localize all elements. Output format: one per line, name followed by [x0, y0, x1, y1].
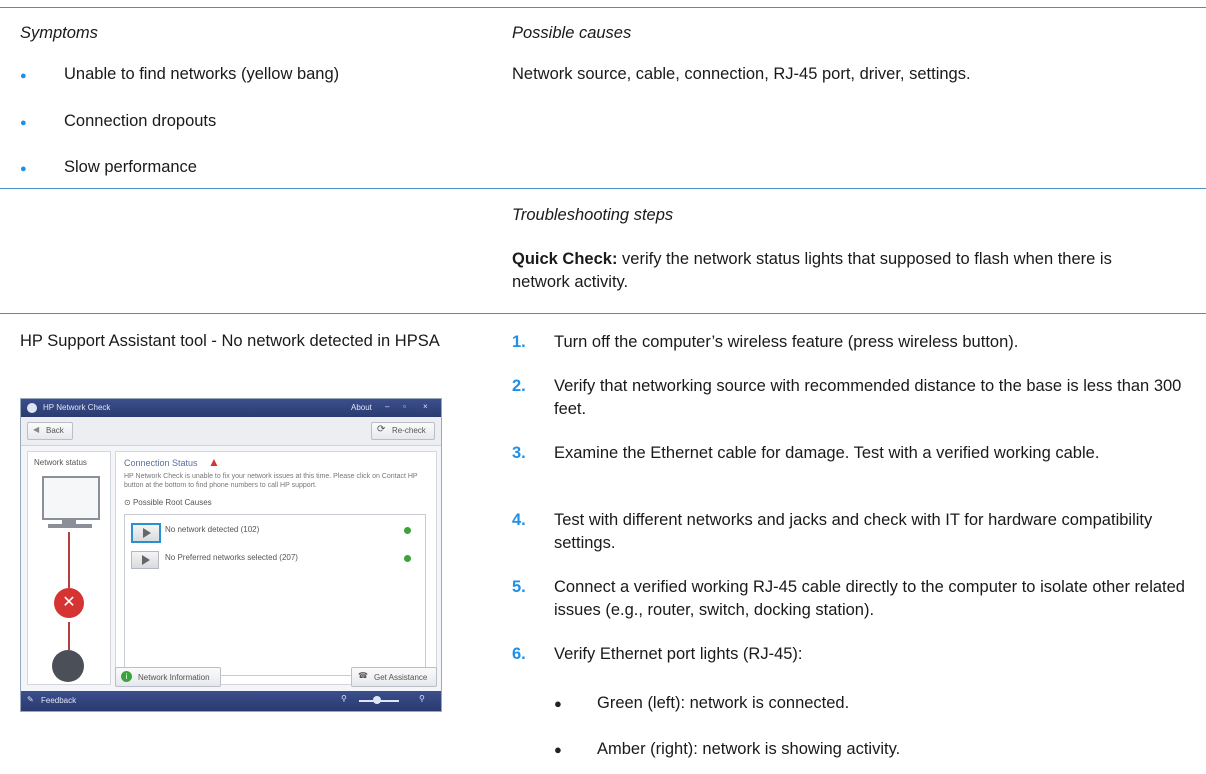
root-causes-list: No network detected (102) No Preferred n…	[124, 514, 426, 676]
play-icon	[142, 555, 150, 565]
symptom-list-item: ● Slow performance	[20, 158, 197, 177]
feedback-link[interactable]: Feedback	[41, 696, 76, 705]
back-label: Back	[46, 426, 64, 435]
cause-label: No network detected (102)	[165, 525, 260, 534]
network-status-pane: Network status ✕	[27, 451, 111, 685]
list-item[interactable]: No network detected (102)	[125, 519, 425, 543]
bullet-icon: ●	[20, 163, 27, 175]
network-information-button[interactable]: i Network Information	[115, 667, 221, 687]
hp-network-check-screenshot: HP Network Check About – ▫ × ◀ Back ⟳ Re…	[20, 398, 442, 712]
step-item: 2. Verify that networking source with re…	[512, 375, 1192, 418]
possible-root-causes-text: Possible Root Causes	[132, 498, 212, 507]
feedback-icon: ✎	[27, 695, 34, 704]
refresh-icon: ⟳	[377, 424, 386, 435]
table-rule-row1	[0, 188, 1206, 189]
network-status-label: Network status	[34, 458, 87, 467]
check-icon	[404, 555, 411, 562]
step-text: Test with different networks and jacks a…	[554, 511, 1153, 552]
step-text: Verify that networking source with recom…	[554, 377, 1182, 418]
symptom-text: Connection dropouts	[64, 112, 217, 130]
get-assistance-button[interactable]: ☎ Get Assistance	[351, 667, 437, 687]
bullet-icon: ●	[554, 696, 562, 711]
quick-check-paragraph: Quick Check: verify the network status l…	[512, 248, 1172, 294]
hp-logo-icon	[27, 403, 37, 413]
window-title-bar: HP Network Check About – ▫ ×	[21, 399, 441, 417]
step-number: 4.	[512, 511, 526, 529]
sub-bullet-text: Green (left): network is connected.	[597, 694, 850, 712]
globe-icon	[52, 650, 84, 682]
sub-bullet-item: ● Amber (right): network is showing acti…	[554, 740, 900, 759]
connection-status-pane: Connection Status ▲ HP Network Check is …	[115, 451, 437, 685]
zoom-slider-thumb[interactable]	[373, 696, 381, 704]
error-icon: ✕	[54, 588, 84, 618]
back-arrow-icon: ◀	[33, 425, 40, 434]
bullet-icon: ●	[20, 117, 27, 129]
info-icon: i	[121, 671, 132, 682]
check-icon	[404, 527, 411, 534]
phone-icon: ☎	[358, 671, 368, 680]
step-item: 3. Examine the Ethernet cable for damage…	[512, 442, 1192, 465]
window-status-bar: ✎ Feedback ⚲ ⚲	[21, 691, 441, 711]
symptom-list-item: ● Unable to find networks (yellow bang)	[20, 65, 339, 84]
step-number: 6.	[512, 645, 526, 663]
get-assistance-label: Get Assistance	[374, 673, 428, 682]
recheck-button[interactable]: ⟳ Re-check	[371, 422, 435, 440]
expand-button[interactable]	[131, 551, 159, 569]
table-rule-top	[0, 7, 1206, 8]
bullet-icon: ●	[554, 742, 562, 757]
step-text: Verify Ethernet port lights (RJ-45):	[554, 645, 803, 663]
network-cable	[68, 622, 70, 650]
minimize-icon[interactable]: –	[385, 402, 389, 411]
symptom-text: Unable to find networks (yellow bang)	[64, 65, 340, 83]
play-icon	[143, 528, 151, 538]
computer-base	[48, 524, 92, 528]
step-number: 3.	[512, 444, 526, 462]
symptoms-heading: Symptoms	[20, 24, 98, 42]
connection-status-title: Connection Status	[124, 458, 198, 468]
back-button[interactable]: ◀ Back	[27, 422, 73, 440]
step-text: Examine the Ethernet cable for damage. T…	[554, 444, 1100, 462]
sub-bullet-text: Amber (right): network is showing activi…	[597, 740, 901, 758]
connection-status-description: HP Network Check is unable to fix your n…	[124, 473, 418, 489]
step-item: 1. Turn off the computer’s wireless feat…	[512, 331, 1192, 354]
possible-root-causes-label: ⊙ Possible Root Causes	[124, 498, 212, 507]
network-information-label: Network Information	[138, 673, 210, 682]
step-item: 6. Verify Ethernet port lights (RJ-45):	[512, 643, 1192, 666]
symptom-list-item: ● Connection dropouts	[20, 112, 216, 131]
network-cable	[68, 532, 70, 588]
list-item[interactable]: No Preferred networks selected (207)	[125, 547, 425, 571]
zoom-out-icon[interactable]: ⚲	[341, 694, 347, 703]
bullet-icon: ●	[20, 70, 27, 82]
step-text: Turn off the computer’s wireless feature…	[554, 333, 1019, 351]
step-text: Connect a verified working RJ-45 cable d…	[554, 578, 1185, 619]
symptom-text: Slow performance	[64, 158, 197, 176]
step-item: 5. Connect a verified working RJ-45 cabl…	[512, 576, 1192, 619]
step-number: 1.	[512, 333, 526, 351]
quick-check-label: Quick Check:	[512, 250, 618, 268]
warning-icon: ▲	[208, 455, 220, 469]
step-number: 5.	[512, 578, 526, 596]
causes-text: Network source, cable, connection, RJ-45…	[512, 65, 971, 83]
sub-bullet-item: ● Green (left): network is connected.	[554, 694, 849, 713]
cause-label: No Preferred networks selected (207)	[165, 553, 298, 562]
window-title: HP Network Check	[43, 403, 111, 412]
step-item: 4. Test with different networks and jack…	[512, 509, 1192, 552]
causes-heading: Possible causes	[512, 24, 632, 42]
recheck-label: Re-check	[392, 426, 426, 435]
close-icon[interactable]: ×	[423, 402, 428, 411]
table-rule-row2	[0, 313, 1206, 314]
maximize-icon[interactable]: ▫	[403, 402, 406, 411]
zoom-in-icon[interactable]: ⚲	[419, 694, 425, 703]
computer-icon	[42, 476, 100, 520]
troubleshooting-heading: Troubleshooting steps	[512, 206, 674, 224]
about-link[interactable]: About	[351, 403, 372, 412]
window-toolbar: ◀ Back ⟳ Re-check	[21, 417, 441, 446]
hpsa-tool-title: HP Support Assistant tool - No network d…	[20, 332, 440, 350]
expand-button[interactable]	[131, 523, 161, 543]
step-number: 2.	[512, 377, 526, 395]
